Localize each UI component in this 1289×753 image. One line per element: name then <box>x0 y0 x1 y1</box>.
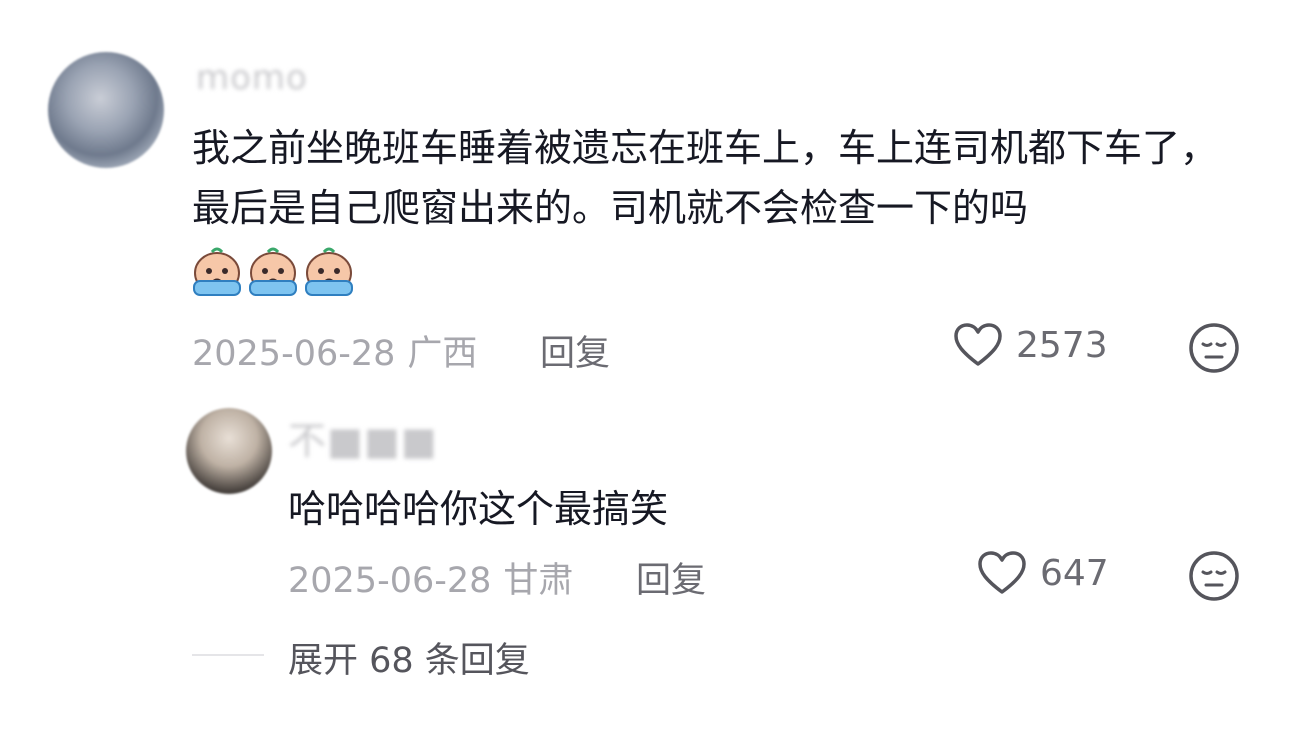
commenter-avatar[interactable] <box>48 52 164 168</box>
reply-location: 甘肃 <box>503 561 574 601</box>
comment-like-button[interactable]: 2573 <box>952 322 1108 368</box>
reply-date: 2025-06-28 <box>288 561 492 601</box>
comment-reply-button[interactable]: 回复 <box>540 325 610 376</box>
meh-face-icon[interactable] <box>1188 322 1240 374</box>
crying-face-emoji <box>193 247 241 296</box>
expand-divider <box>192 654 264 656</box>
reply-reply-button[interactable]: 回复 <box>636 552 706 603</box>
commenter-username[interactable]: momo <box>196 58 308 98</box>
comment-meta: 2025-06-28 广西 <box>192 325 477 376</box>
reply-like-count: 647 <box>1040 552 1109 594</box>
comment-like-count: 2573 <box>1016 324 1108 366</box>
expand-replies-button[interactable]: 展开 68 条回复 <box>288 632 530 683</box>
reply-like-button[interactable]: 647 <box>976 550 1109 596</box>
crying-face-emoji <box>305 247 353 296</box>
comment-location: 广西 <box>407 334 478 374</box>
meh-face-icon[interactable] <box>1188 550 1240 602</box>
replier-username[interactable]: 不■■■ <box>288 410 438 465</box>
comment-emoji-row <box>190 245 356 299</box>
reply-meta: 2025-06-28 甘肃 <box>288 552 573 603</box>
heart-outline-icon <box>978 551 1026 594</box>
reply-text: 哈哈哈哈你这个最搞笑 <box>288 487 669 531</box>
crying-face-emoji <box>249 247 297 296</box>
comment-text: 我之前坐晚班车睡着被遗忘在班车上，车上连司机都下车了，最后是自己爬窗出来的。司机… <box>192 126 1219 230</box>
replier-avatar[interactable] <box>186 408 272 494</box>
heart-outline-icon <box>954 323 1002 366</box>
comment-date: 2025-06-28 <box>192 334 396 374</box>
